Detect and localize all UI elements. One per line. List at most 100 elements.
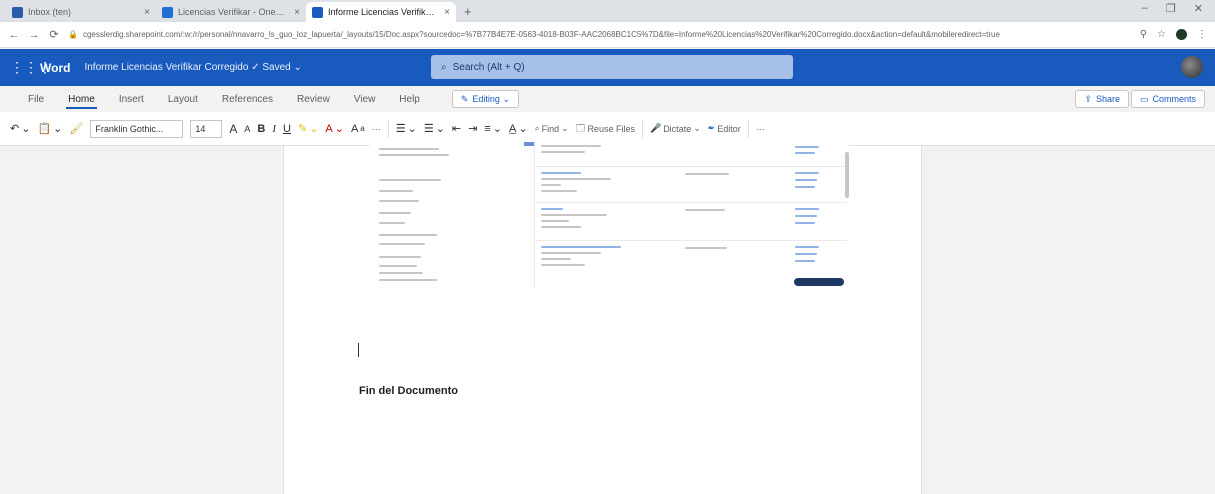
back-icon[interactable]: ← xyxy=(8,29,20,41)
onedrive-favicon-icon xyxy=(162,6,173,18)
app-name[interactable]: Word xyxy=(40,61,70,75)
tab-view[interactable]: View xyxy=(342,88,388,110)
tab-home[interactable]: Home xyxy=(56,88,107,110)
close-window-icon[interactable]: ✕ xyxy=(1194,2,1203,15)
numbering-icon[interactable]: ☰ ⌄ xyxy=(424,122,445,135)
comment-icon: ▭ xyxy=(1139,93,1149,104)
bold-button[interactable]: B xyxy=(257,123,265,135)
window-controls: – ❐ ✕ xyxy=(1130,2,1215,20)
document-title[interactable]: Informe Licencias Verifikar Corregido ✓ … xyxy=(84,62,301,73)
align-icon[interactable]: ≡ ⌄ xyxy=(484,122,502,136)
microphone-icon: 🎤 xyxy=(649,123,662,133)
font-color-icon[interactable]: A ⌄ xyxy=(325,122,344,136)
dictate-label: Dictate xyxy=(663,123,692,134)
browser-tab-word[interactable]: Informe Licencias Verifikar - Co... × xyxy=(306,2,456,22)
grow-font-button[interactable]: A xyxy=(229,122,237,136)
editor-pen-icon: ✒ xyxy=(707,123,716,133)
more-options-button[interactable]: ··· xyxy=(756,124,765,134)
editor-button[interactable]: ✒ Editor xyxy=(708,123,741,134)
app-launcher-icon[interactable]: ⋮⋮⋮ xyxy=(10,59,52,76)
lock-icon: 🔒 xyxy=(68,30,78,39)
styles-icon[interactable]: Aa xyxy=(351,123,365,135)
paste-icon[interactable]: 📋 ⌄ xyxy=(37,122,62,135)
text-cursor xyxy=(358,343,359,357)
word-favicon-icon xyxy=(312,6,323,18)
comments-label: Comments xyxy=(1152,94,1196,104)
embedded-accent xyxy=(524,142,534,146)
close-icon[interactable]: × xyxy=(444,7,450,18)
shrink-font-button[interactable]: A xyxy=(244,124,250,134)
word-app-bar: ⋮⋮⋮ Word Informe Licencias Verifikar Cor… xyxy=(0,49,1215,86)
tab-review[interactable]: Review xyxy=(285,88,342,110)
url-field[interactable]: 🔒 cgesslerdig.sharepoint.com/:w:/r/perso… xyxy=(68,26,1132,44)
address-bar-actions: ⚲ ☆ ⋮ xyxy=(1140,29,1207,40)
font-size-select[interactable]: 14 xyxy=(190,119,223,138)
comments-button[interactable]: ▭ Comments xyxy=(1130,90,1205,108)
find-button[interactable]: ⌕ Find ⌄ xyxy=(535,123,569,134)
zoom-icon[interactable]: ⚲ xyxy=(1140,29,1147,40)
star-icon[interactable]: ☆ xyxy=(1157,29,1166,40)
forward-icon[interactable]: → xyxy=(28,29,40,41)
share-icon: ⇪ xyxy=(1084,93,1092,104)
browser-tab-inbox[interactable]: Inbox (ten) × xyxy=(6,2,156,22)
share-button[interactable]: ⇪ Share xyxy=(1075,90,1129,108)
address-bar: ← → ⟳ 🔒 cgesslerdig.sharepoint.com/:w:/r… xyxy=(0,22,1215,48)
font-name-value: Franklin Gothic... xyxy=(95,123,164,134)
new-tab-button[interactable]: + xyxy=(456,4,480,22)
format-painter-icon[interactable]: 🖌 xyxy=(69,122,83,135)
font-size-value: 14 xyxy=(195,123,206,134)
embedded-image-sidebar xyxy=(369,142,534,288)
user-avatar[interactable] xyxy=(1181,56,1203,78)
profile-avatar-icon[interactable] xyxy=(1176,29,1187,40)
divider xyxy=(747,119,749,138)
undo-icon[interactable]: ↶ ⌄ xyxy=(10,122,30,135)
close-icon[interactable]: × xyxy=(144,7,150,18)
tab-layout[interactable]: Layout xyxy=(156,88,210,110)
search-box[interactable]: ⌕ Search (Alt + Q) xyxy=(431,55,793,79)
embedded-screenshot-image[interactable] xyxy=(369,142,849,288)
browser-tab-onedrive[interactable]: Licencias Verifikar - OneDrive × xyxy=(156,2,306,22)
styles-pane-icon[interactable]: A̲ ⌄ xyxy=(509,122,528,136)
pencil-icon: ✎ xyxy=(460,93,469,104)
decrease-indent-icon[interactable]: ⇤ xyxy=(452,122,461,135)
editor-label: Editor xyxy=(717,123,741,134)
embedded-scrollbar xyxy=(845,152,849,198)
tab-title: Licencias Verifikar - OneDrive xyxy=(178,7,290,17)
dictate-button[interactable]: 🎤 Dictate ⌄ xyxy=(650,123,701,134)
editing-label: Editing ⌄ xyxy=(472,93,510,104)
reuse-files-button[interactable]: 🗔 Reuse Files xyxy=(576,121,635,137)
tab-file[interactable]: File xyxy=(16,88,56,110)
tab-title: Informe Licencias Verifikar - Co... xyxy=(328,7,440,17)
home-toolbar: ↶ ⌄ 📋 ⌄ 🖌 Franklin Gothic... 14 A A B I U … xyxy=(0,112,1215,146)
word-online-window: Inbox (ten) × Licencias Verifikar - OneD… xyxy=(0,0,1215,494)
tab-help[interactable]: Help xyxy=(387,88,432,110)
tab-references[interactable]: References xyxy=(210,88,285,110)
editing-mode-button[interactable]: ✎ Editing ⌄ xyxy=(451,90,519,108)
bullets-icon[interactable]: ☰ ⌄ xyxy=(396,122,417,135)
search-placeholder: Search (Alt + Q) xyxy=(452,61,525,73)
search-icon: ⌕ xyxy=(441,61,447,73)
maximize-icon[interactable]: ❐ xyxy=(1166,2,1176,15)
more-font-options-icon[interactable]: ··· xyxy=(372,124,381,134)
mail-favicon-icon xyxy=(12,6,23,18)
font-name-select[interactable]: Franklin Gothic... xyxy=(90,119,184,138)
increase-indent-icon[interactable]: ⇥ xyxy=(468,122,477,135)
tab-insert[interactable]: Insert xyxy=(107,88,156,110)
divider xyxy=(641,119,643,138)
end-of-document-text: Fin del Documento xyxy=(359,385,458,397)
minimize-icon[interactable]: – xyxy=(1142,2,1148,15)
menu-kebab-icon[interactable]: ⋮ xyxy=(1197,29,1207,40)
reload-icon[interactable]: ⟳ xyxy=(48,28,60,41)
share-label: Share xyxy=(1095,94,1120,104)
find-label: Find xyxy=(541,123,560,134)
reuse-files-label: Reuse Files xyxy=(587,123,635,134)
embedded-pill-button xyxy=(794,278,844,286)
italic-button[interactable]: I xyxy=(272,123,276,135)
document-page[interactable]: Fin del Documento xyxy=(283,142,922,494)
underline-button[interactable]: U xyxy=(283,123,291,135)
close-icon[interactable]: × xyxy=(294,7,300,18)
ribbon-tabs: File Home Insert Layout References Revie… xyxy=(0,86,1215,112)
highlight-icon[interactable]: ✎ ⌄ xyxy=(298,122,318,135)
browser-tab-strip: Inbox (ten) × Licencias Verifikar - OneD… xyxy=(0,0,1215,22)
document-canvas: Fin del Documento xyxy=(0,142,1215,494)
